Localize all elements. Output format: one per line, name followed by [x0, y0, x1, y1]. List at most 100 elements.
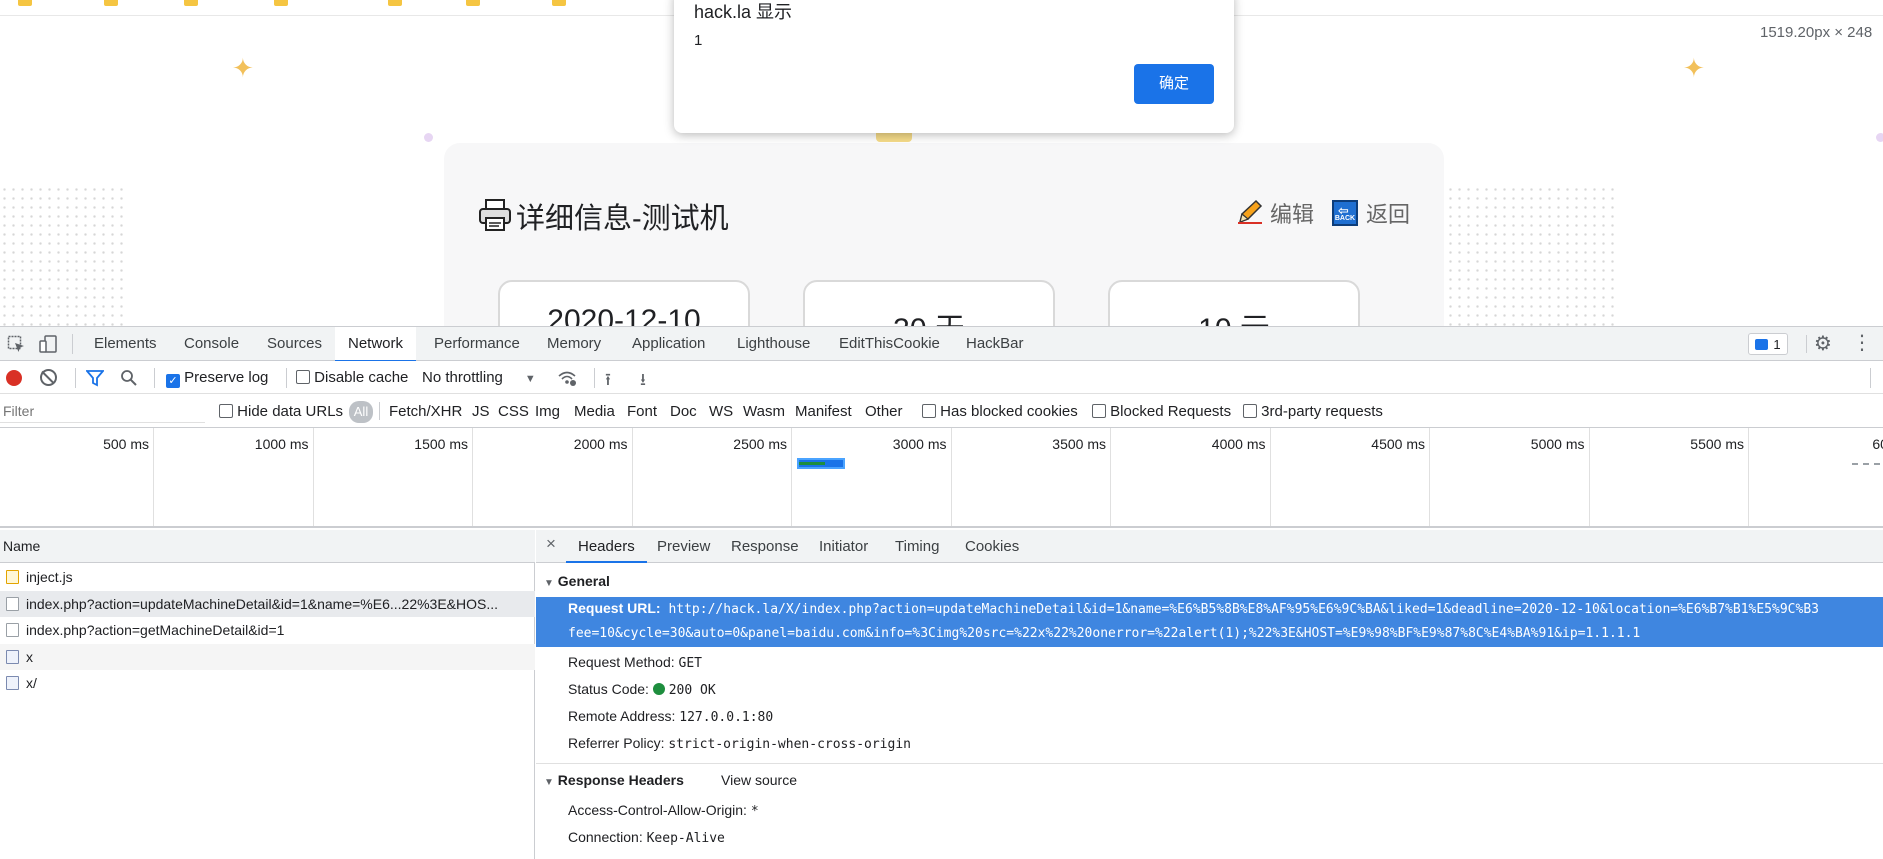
printer-icon: [477, 197, 513, 233]
tab-elements[interactable]: Elements: [94, 327, 157, 361]
type-filter-manifest[interactable]: Manifest: [795, 403, 852, 420]
tab-console[interactable]: Console: [184, 327, 239, 361]
request-detail-panel: × Headers Preview Response Initiator Tim…: [536, 530, 1883, 859]
timeline-gridline: [153, 428, 154, 528]
timeline-gridline: [1270, 428, 1271, 528]
request-row[interactable]: index.php?action=getMachineDetail&id=1: [0, 617, 535, 643]
status-code-label: Status Code:: [568, 681, 649, 697]
type-filter-media[interactable]: Media: [574, 403, 615, 420]
hide-data-urls-checkbox[interactable]: Hide data URLs: [219, 403, 343, 420]
type-filter-ws[interactable]: WS: [709, 403, 733, 420]
name-column-header[interactable]: Name: [0, 530, 535, 563]
preserve-log-checkbox[interactable]: ✓ Preserve log: [166, 369, 268, 388]
timeline-gridline: [632, 428, 633, 528]
detail-tab-preview[interactable]: Preview: [657, 530, 710, 563]
checkbox-unchecked-icon: [922, 404, 936, 418]
bookmark-folder-icon[interactable]: [466, 0, 480, 6]
issues-count: 1: [1773, 337, 1780, 352]
type-filter-js[interactable]: JS: [472, 403, 490, 420]
third-party-requests-checkbox[interactable]: 3rd-party requests: [1243, 403, 1383, 420]
request-row[interactable]: x: [0, 644, 535, 670]
close-icon[interactable]: ×: [546, 534, 556, 554]
tab-application[interactable]: Application: [632, 327, 705, 361]
timeline-request-bar: [1852, 463, 1880, 465]
checkbox-checked-icon: ✓: [166, 374, 180, 388]
request-row[interactable]: x/: [0, 670, 535, 696]
tab-performance[interactable]: Performance: [434, 327, 520, 361]
toolbar-divider: [594, 368, 595, 388]
status-code-value: 200 OK: [669, 683, 716, 698]
bookmark-folder-icon[interactable]: [104, 0, 118, 6]
type-filter-img[interactable]: Img: [535, 403, 560, 420]
device-toolbar-icon[interactable]: [38, 334, 58, 354]
request-url-value-continued[interactable]: fee=10&cycle=30&auto=0&panel=baidu.com&i…: [568, 626, 1640, 641]
filter-funnel-icon[interactable]: [86, 369, 104, 387]
tab-network[interactable]: Network: [335, 327, 416, 362]
type-filter-fetch-xhr[interactable]: Fetch/XHR: [389, 403, 462, 420]
network-conditions-icon[interactable]: [557, 369, 577, 387]
general-section-toggle[interactable]: ▼ General: [544, 573, 610, 589]
request-row[interactable]: index.php?action=updateMachineDetail&id=…: [0, 591, 535, 617]
bookmark-folder-icon[interactable]: [552, 0, 566, 6]
blocked-requests-label: Blocked Requests: [1110, 403, 1231, 420]
detail-tab-initiator[interactable]: Initiator: [819, 530, 868, 563]
tab-editthiscookie[interactable]: EditThisCookie: [839, 327, 940, 361]
status-code-row: Status Code: 200 OK: [568, 681, 716, 698]
settings-gear-icon[interactable]: ⚙: [1814, 333, 1832, 355]
import-har-icon[interactable]: ⭱: [605, 367, 611, 396]
export-har-icon[interactable]: ⭳: [640, 367, 646, 396]
disable-cache-checkbox[interactable]: Disable cache: [296, 369, 408, 386]
type-filter-css[interactable]: CSS: [498, 403, 529, 420]
tab-lighthouse[interactable]: Lighthouse: [737, 327, 810, 361]
alert-message: 1: [694, 32, 702, 49]
timeline-tick-label: 2000 ms: [508, 436, 628, 452]
bookmark-folder-icon[interactable]: [388, 0, 402, 6]
type-filter-other[interactable]: Other: [865, 403, 903, 420]
request-url-label: Request URL:: [568, 600, 661, 616]
filter-input[interactable]: [0, 399, 205, 423]
remote-address-row: Remote Address: 127.0.0.1:80: [568, 708, 773, 725]
view-source-link[interactable]: View source: [721, 772, 797, 788]
throttling-select[interactable]: No throttling▼: [422, 369, 536, 386]
issues-icon: [1755, 339, 1768, 350]
inspect-element-icon[interactable]: [7, 335, 25, 353]
network-overview-timeline[interactable]: 500 ms1000 ms1500 ms2000 ms2500 ms3000 m…: [0, 428, 1883, 528]
detail-tab-cookies[interactable]: Cookies: [965, 530, 1019, 563]
timeline-tick-label: 1000 ms: [189, 436, 309, 452]
bookmark-folder-icon[interactable]: [274, 0, 288, 6]
type-filter-all[interactable]: All: [349, 401, 373, 423]
type-filter-doc[interactable]: Doc: [670, 403, 697, 420]
bookmark-folder-icon[interactable]: [184, 0, 198, 6]
tab-sources[interactable]: Sources: [267, 327, 322, 361]
sparkle-icon: ✦: [1683, 56, 1705, 82]
alert-ok-button[interactable]: 确定: [1134, 64, 1214, 104]
more-options-icon[interactable]: ⋮: [1852, 332, 1872, 354]
request-row[interactable]: inject.js: [0, 564, 535, 590]
record-icon[interactable]: [6, 370, 22, 386]
blocked-requests-checkbox[interactable]: Blocked Requests: [1092, 403, 1231, 420]
search-icon[interactable]: [120, 369, 138, 387]
request-url-value[interactable]: http://hack.la/X/index.php?action=update…: [668, 602, 1819, 617]
timeline-gridline: [1110, 428, 1111, 528]
type-filter-font[interactable]: Font: [627, 403, 657, 420]
detail-tab-headers[interactable]: Headers: [566, 530, 647, 563]
has-blocked-cookies-checkbox[interactable]: Has blocked cookies: [922, 403, 1078, 420]
back-button[interactable]: ⇦BACK 返回: [1332, 195, 1410, 231]
tab-hackbar[interactable]: HackBar: [966, 327, 1024, 361]
detail-tab-response[interactable]: Response: [731, 530, 799, 563]
tab-memory[interactable]: Memory: [547, 327, 601, 361]
detail-tab-timing[interactable]: Timing: [895, 530, 939, 563]
edit-button[interactable]: 编辑: [1236, 195, 1314, 231]
timeline-tick-label: 1500 ms: [348, 436, 468, 452]
response-headers-toggle[interactable]: ▼ Response Headers: [544, 772, 684, 788]
timeline-tick-label: 3000 ms: [827, 436, 947, 452]
issues-counter-button[interactable]: 1: [1748, 333, 1788, 355]
bookmark-folder-icon[interactable]: [18, 0, 32, 6]
type-filter-wasm[interactable]: Wasm: [743, 403, 785, 420]
timeline-tick-label: 6000: [1784, 436, 1883, 452]
js-file-icon: [6, 570, 19, 584]
request-url-row[interactable]: Request URL: http://hack.la/X/index.php?…: [568, 600, 1819, 617]
clear-icon[interactable]: [40, 369, 57, 386]
toolbar-divider: [286, 368, 287, 388]
dot-pattern-decoration: [1446, 185, 1616, 326]
